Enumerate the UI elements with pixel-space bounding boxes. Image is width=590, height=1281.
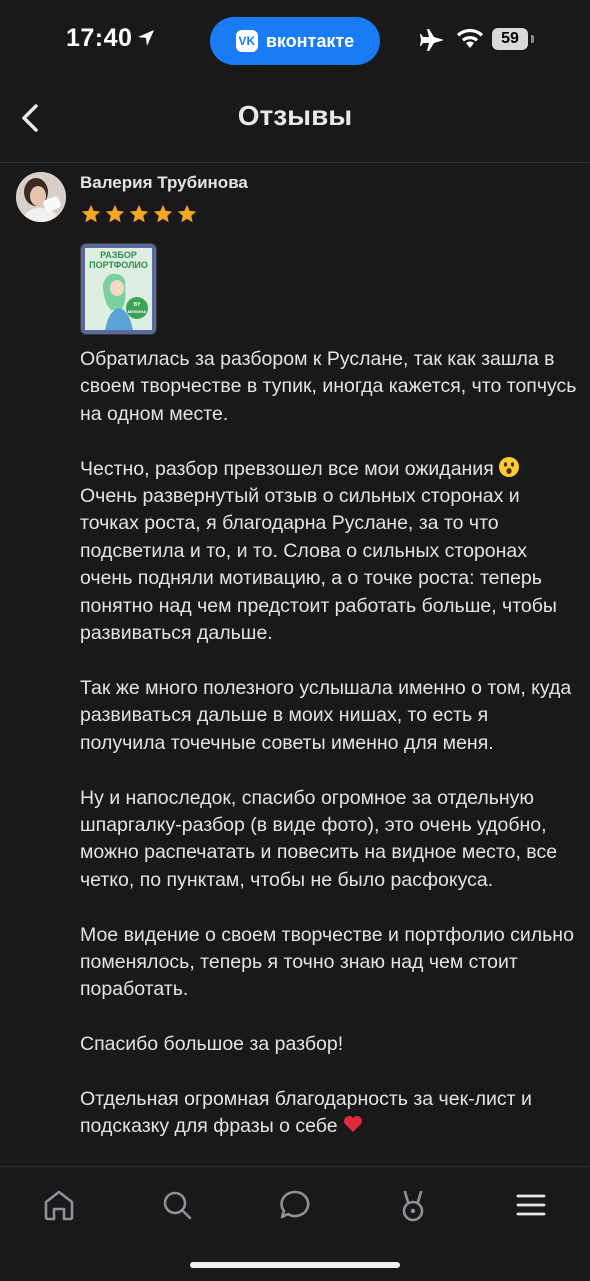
status-time: 17:40 — [66, 24, 133, 52]
review-paragraph: Ну и напоследок, спасибо огромное за отд… — [80, 786, 558, 891]
home-icon[interactable] — [41, 1187, 77, 1223]
red-heart-icon — [343, 1116, 362, 1133]
page-header: Отзывы — [0, 80, 590, 163]
review-paragraph: Спасибо большое за разбор! — [80, 1033, 344, 1056]
search-icon[interactable] — [159, 1187, 195, 1223]
star-icon — [129, 204, 149, 223]
review-attachment-thumbnail[interactable]: РАЗБОР ПОРТФОЛИО BY MEISSHA — [80, 243, 157, 335]
review-paragraph: Отдельная огромная благодарность за чек-… — [80, 1087, 532, 1138]
clips-icon[interactable] — [395, 1187, 431, 1223]
vk-logo-icon: VK — [235, 30, 258, 52]
avatar[interactable] — [16, 172, 66, 222]
battery-icon: 59 — [492, 28, 528, 50]
astonished-face-icon — [498, 456, 519, 477]
battery-level: 59 — [501, 30, 519, 47]
battery-cap — [531, 35, 534, 43]
attachment-image: РАЗБОР ПОРТФОЛИО BY MEISSHA — [81, 244, 156, 334]
attachment-badge-2: MEISSHA — [128, 309, 146, 314]
home-indicator — [190, 1262, 400, 1268]
review-paragraph: Мое видение о своем творчестве и портфол… — [80, 923, 574, 1001]
menu-icon[interactable] — [513, 1187, 549, 1223]
airplane-icon — [420, 29, 444, 51]
messages-icon[interactable] — [277, 1187, 313, 1223]
review-paragraph: Обратилась за разбором к Руслане, так ка… — [80, 348, 577, 425]
attachment-title-1: РАЗБОР — [100, 250, 137, 260]
star-icon — [177, 204, 197, 223]
avatar-photo — [16, 172, 66, 222]
vk-pill-label: вконтакте — [265, 30, 355, 51]
vk-app-pill[interactable]: VK вконтакте — [210, 17, 380, 65]
page-title: Отзывы — [237, 100, 353, 131]
attachment-title-2: ПОРТФОЛИО — [89, 260, 148, 270]
location-arrow-icon — [138, 30, 154, 46]
wifi-icon — [457, 28, 483, 48]
review-text: Обратилась за разбором к Руслане, так ка… — [80, 346, 578, 1141]
status-bar: 17:40 VK вконтакте 59 — [0, 0, 590, 80]
review-author[interactable]: Валерия Трубинова — [80, 173, 248, 193]
star-icon — [81, 204, 101, 223]
rating-stars — [80, 203, 198, 225]
star-icon — [105, 204, 125, 223]
attachment-badge-1: BY — [134, 302, 142, 308]
review-paragraph: Очень развернутый отзыв о сильных сторон… — [80, 485, 557, 645]
star-icon — [153, 204, 173, 223]
review-paragraph: Так же много полезного услышала именно о… — [80, 676, 572, 754]
review-paragraph: Честно, разбор превзошел все мои ожидани… — [80, 457, 494, 480]
